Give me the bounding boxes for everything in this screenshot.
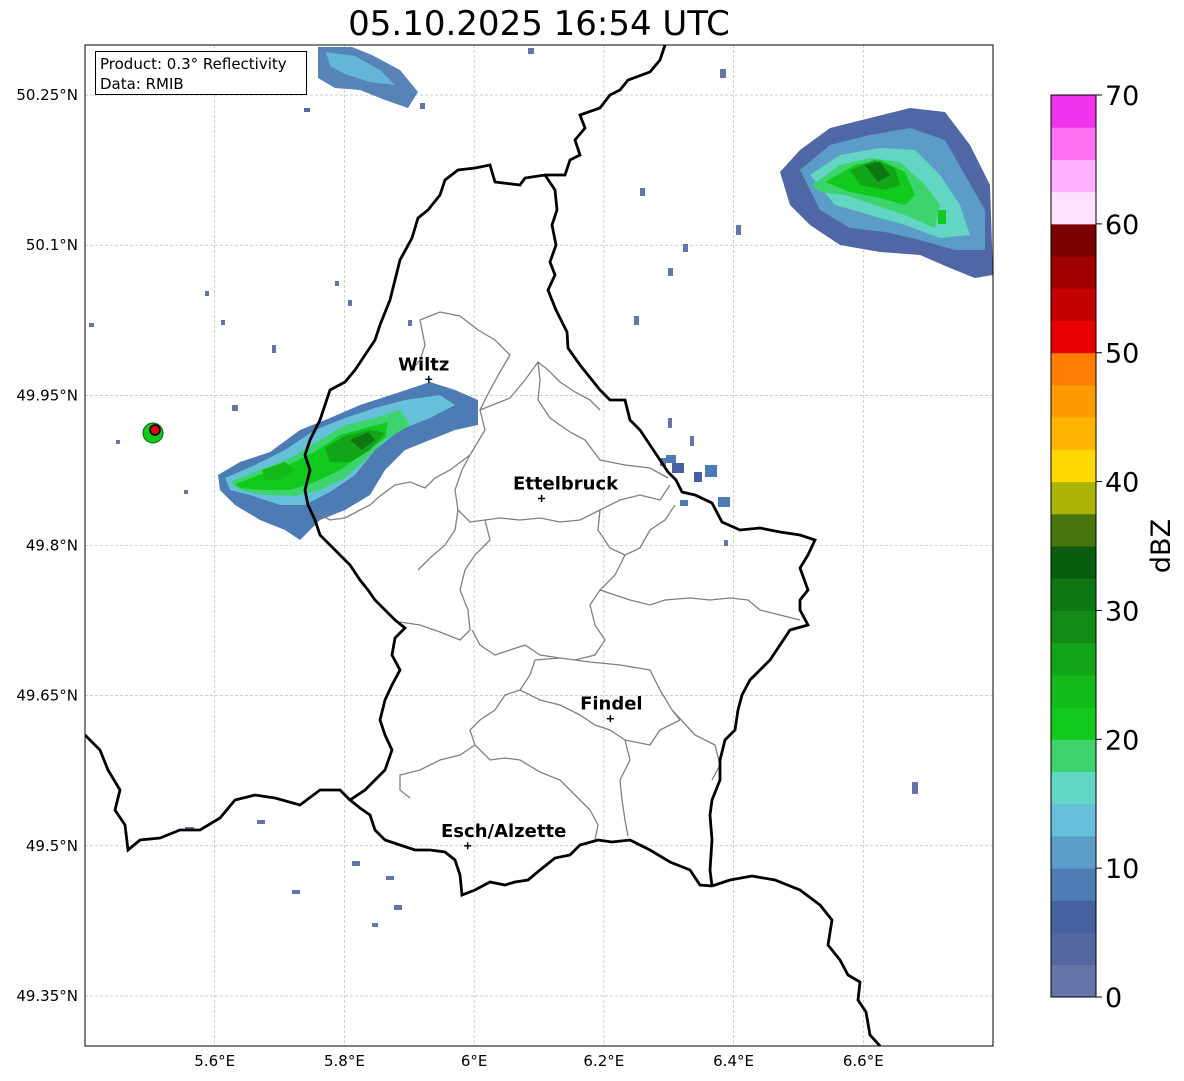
colorbar-segment: [1051, 803, 1096, 837]
city-label: Ettelbruck: [513, 473, 619, 494]
national-border: [303, 163, 817, 897]
echo-cluster-north: [304, 47, 726, 112]
lat-tick-label: 49.35°N: [16, 987, 78, 1005]
germany-border-north: [545, 45, 667, 177]
colorbar-tick-label: 20: [1105, 725, 1139, 756]
colorbar-segment: [1051, 384, 1096, 418]
colorbar-segment: [1051, 417, 1096, 450]
colorbar-segment: [1051, 578, 1096, 611]
lat-tick-label: 50.1°N: [26, 236, 78, 254]
colorbar-segment: [1051, 610, 1096, 644]
colorbar-segment: [1051, 256, 1096, 289]
colorbar-segment: [1051, 320, 1096, 354]
colorbar: 0 10 20 30 40 50 60 70 dBZ: [1050, 81, 1177, 1014]
lat-tick-label: 49.95°N: [16, 386, 78, 404]
echo-cluster-east: [660, 418, 918, 794]
radar-site-marker: [142, 422, 164, 444]
city-marker: Wiltz: [398, 354, 449, 383]
colorbar-tick-label: 30: [1105, 596, 1139, 627]
colorbar-segment: [1051, 352, 1096, 386]
lon-tick-label: 6.2°E: [583, 1052, 624, 1070]
lat-tick-label: 49.65°N: [16, 687, 78, 705]
echo-cluster-south: [185, 820, 402, 927]
latitude-labels: 50.25°N 50.1°N 49.95°N 49.8°N 49.65°N 49.5°N 4…: [16, 86, 78, 1005]
longitude-labels: 5.6°E 5.8°E 6°E 6.2°E 6.4°E 6.6°E: [194, 1052, 883, 1070]
colorbar-segment: [1051, 900, 1096, 934]
colorbar-segment: [1051, 674, 1096, 708]
lon-tick-label: 5.8°E: [324, 1052, 365, 1070]
colorbar-segment: [1051, 835, 1096, 869]
colorbar-tick-label: 50: [1105, 339, 1139, 370]
colorbar-segment: [1051, 707, 1096, 740]
colorbar-segment: [1051, 127, 1096, 160]
lon-tick-label: 6°E: [461, 1052, 488, 1070]
radar-map: Wiltz Ettelbruck Findel Esch/Alzette 50.25°…: [16, 44, 1177, 1070]
colorbar-tick-label: 60: [1105, 210, 1139, 241]
city-marker: Esch/Alzette: [441, 821, 566, 850]
product-info-box: Product: 0.3° Reflectivity Data: RMIB: [95, 51, 307, 95]
city-label: Findel: [580, 694, 643, 715]
colorbar-tick-label: 0: [1105, 983, 1122, 1014]
colorbar-segment: [1051, 932, 1096, 966]
colorbar-segment: [1051, 739, 1096, 772]
colorbar-segment: [1051, 449, 1096, 483]
product-label: Product: 0.3° Reflectivity: [100, 55, 287, 73]
lat-tick-label: 49.5°N: [26, 837, 78, 855]
colorbar-segment: [1051, 964, 1096, 998]
belgium-france-border: [85, 734, 351, 853]
city-label: Wiltz: [398, 354, 449, 375]
colorbar-segment: [1051, 546, 1096, 579]
colorbar-segment: [1051, 513, 1096, 547]
lon-tick-label: 6.6°E: [843, 1052, 884, 1070]
echo-cluster-west: [89, 281, 478, 540]
lat-tick-label: 49.8°N: [26, 537, 78, 555]
lon-tick-label: 5.6°E: [194, 1052, 235, 1070]
colorbar-segment: [1051, 223, 1096, 257]
lon-tick-label: 6.4°E: [713, 1052, 754, 1070]
colorbar-tick-label: 70: [1105, 81, 1139, 112]
data-source-label: Data: RMIB: [100, 75, 184, 93]
colorbar-segment: [1051, 288, 1096, 321]
colorbar-segment: [1051, 95, 1096, 128]
echo-cluster-northeast: [634, 108, 993, 325]
lat-tick-label: 50.25°N: [16, 86, 78, 104]
colorbar-segment: [1051, 481, 1096, 515]
germany-france-border-south: [711, 874, 882, 1046]
city-marker: Ettelbruck: [513, 473, 619, 502]
colorbar-segment: [1051, 159, 1096, 193]
city-marker: Findel: [580, 694, 643, 723]
colorbar-segment: [1051, 191, 1096, 225]
colorbar-title: dBZ: [1146, 519, 1177, 573]
colorbar-tick-label: 40: [1105, 468, 1139, 499]
colorbar-segment: [1051, 868, 1096, 901]
city-label: Esch/Alzette: [441, 821, 566, 842]
colorbar-tick-label: 10: [1105, 854, 1139, 885]
colorbar-segment: [1051, 642, 1096, 676]
colorbar-segment: [1051, 771, 1096, 805]
